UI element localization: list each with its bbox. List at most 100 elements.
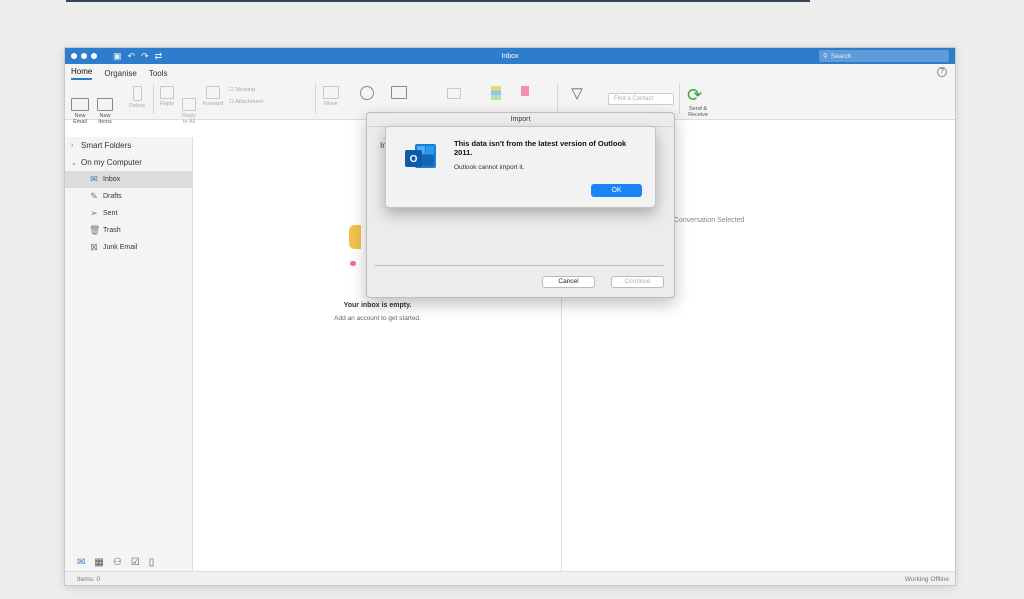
filter-button[interactable]: ▽ [565, 86, 589, 101]
sidebar-item-sent[interactable]: ➢ Sent [65, 205, 192, 222]
categorize-button[interactable] [389, 86, 409, 101]
sidebar-item-label: Sent [103, 210, 118, 217]
inbox-icon: ✉ [90, 174, 98, 184]
sidebar-item-label: Drafts [103, 193, 122, 200]
chevron-right-icon[interactable]: › [71, 142, 77, 149]
sidebar-item-inbox[interactable]: ✉ Inbox [65, 171, 192, 188]
move-label: Move [324, 101, 338, 107]
rules-button[interactable] [357, 86, 377, 102]
categorize-color-button[interactable] [487, 86, 505, 100]
junk-icon: ⊠ [90, 242, 98, 252]
redo-icon[interactable]: ↷ [141, 51, 149, 62]
tab-organise[interactable]: Organise [104, 69, 136, 80]
help-icon[interactable]: ? [937, 67, 947, 77]
attachment-label: Attachment [235, 99, 263, 105]
ribbon-separator [679, 84, 680, 114]
trash-icon: 🗑 [89, 225, 101, 235]
reply-icon [160, 86, 174, 99]
sidebar-item-label: Trash [103, 227, 121, 234]
chevron-down-icon[interactable]: ⌄ [71, 159, 77, 167]
flag-icon [521, 86, 529, 96]
send-receive-label: Send & Receive [688, 106, 708, 118]
read-unread-button[interactable] [445, 88, 463, 101]
empty-inbox-illustration [349, 225, 361, 249]
notes-icon[interactable]: ▯ [149, 557, 155, 568]
forward-button[interactable]: Forward [201, 86, 225, 107]
find-contact-input[interactable]: Find a Contact [608, 93, 674, 105]
reply-label: Reply [159, 101, 175, 107]
forward-icon [206, 86, 220, 99]
categorize-icon [391, 86, 407, 99]
reply-button[interactable]: Reply [157, 86, 177, 107]
sidebar-item-drafts[interactable]: ✎ Drafts [65, 188, 192, 205]
connection-status: Working Offline [904, 576, 949, 583]
tasks-icon[interactable]: ☑ [131, 557, 140, 568]
rules-icon [360, 86, 374, 100]
delete-label: Delete [129, 103, 145, 109]
forward-label: Forward [202, 101, 224, 107]
continue-button[interactable]: Continue [611, 276, 664, 288]
alert-message: Outlook cannot import it. [454, 164, 525, 171]
empty-inbox-illustration-accent [350, 261, 356, 266]
undo-icon[interactable]: ↶ [128, 51, 136, 62]
sync-icon[interactable]: ⇄ [155, 51, 163, 62]
ribbon-tab-bar: Home Organise Tools ? [65, 64, 955, 80]
outlook-app-icon: O [405, 144, 436, 168]
sent-icon: ➢ [90, 208, 98, 218]
sidebar-item-junk-email[interactable]: ⊠ Junk Email [65, 239, 192, 256]
send-receive-icon[interactable]: ⟳ [687, 86, 702, 104]
meeting-button[interactable]: ☷ Meeting [229, 87, 269, 93]
alert-dialog: O This data isn't from the latest versio… [385, 126, 656, 208]
search-input[interactable]: ⚲ Search [819, 50, 949, 62]
filter-icon: ▽ [571, 85, 583, 102]
smart-folders-item[interactable]: › Smart Folders [65, 137, 192, 154]
mail-icon[interactable]: ✉ [77, 557, 85, 568]
open-envelope-icon [447, 88, 461, 99]
ribbon-separator [153, 84, 154, 114]
on-my-computer-item[interactable]: ⌄ On my Computer [65, 154, 192, 171]
reply-all-label: Reply to All [181, 113, 197, 125]
attachment-button[interactable]: ☷ Attachment [229, 99, 279, 105]
title-bar: ▣ ↶ ↷ ⇄ Inbox ⚲ Search [65, 48, 955, 64]
minimize-window-button[interactable] [81, 53, 87, 59]
cancel-button[interactable]: Cancel [542, 276, 595, 288]
import-dialog-title: Import [367, 113, 674, 127]
people-icon[interactable]: ⚇ [113, 557, 122, 568]
new-email-label: New Email [73, 113, 87, 125]
new-items-button[interactable]: New Items [94, 86, 116, 131]
move-button[interactable]: Move [321, 86, 341, 107]
close-window-button[interactable] [71, 53, 77, 59]
calendar-icon[interactable]: ▦ [94, 557, 103, 568]
delete-button[interactable]: Delete [125, 86, 149, 109]
smart-folders-label: Smart Folders [81, 141, 132, 150]
alert-title: This data isn't from the latest version … [454, 139, 627, 157]
tab-home[interactable]: Home [71, 67, 93, 80]
new-email-button[interactable]: New Email [70, 86, 90, 131]
drafts-icon: ✎ [90, 191, 98, 201]
quick-access-toolbar: ▣ ↶ ↷ ⇄ [113, 51, 162, 62]
no-conversation-text: No Conversation Selected [663, 217, 745, 224]
item-count: Items: 0 [77, 576, 101, 583]
on-my-computer-label: On my Computer [81, 158, 142, 167]
window-controls [71, 53, 97, 59]
tab-tools[interactable]: Tools [149, 69, 168, 80]
sidebar-item-trash[interactable]: 🗑 Trash [65, 222, 192, 239]
search-placeholder: Search [830, 52, 852, 60]
zoom-window-button[interactable] [91, 53, 97, 59]
top-edge-bar [66, 0, 810, 2]
save-icon[interactable]: ▣ [113, 51, 122, 62]
reply-all-button[interactable]: Reply to All [179, 86, 199, 131]
ribbon-separator [557, 84, 558, 114]
follow-up-button[interactable] [517, 86, 533, 96]
status-bar: Items: 0 Working Offline [65, 571, 955, 585]
ok-button[interactable]: OK [591, 184, 642, 197]
sidebar-item-label: Junk Email [103, 244, 138, 251]
svg-text:O: O [410, 154, 418, 165]
reply-all-icon [182, 98, 196, 111]
meeting-label: Meeting [235, 87, 256, 93]
new-items-label: New Items [98, 113, 112, 125]
trash-can-icon [132, 86, 142, 101]
search-icon: ⚲ [823, 53, 828, 60]
module-switcher: ✉ ▦ ⚇ ☑ ▯ [65, 553, 193, 571]
ribbon-separator [315, 84, 316, 114]
